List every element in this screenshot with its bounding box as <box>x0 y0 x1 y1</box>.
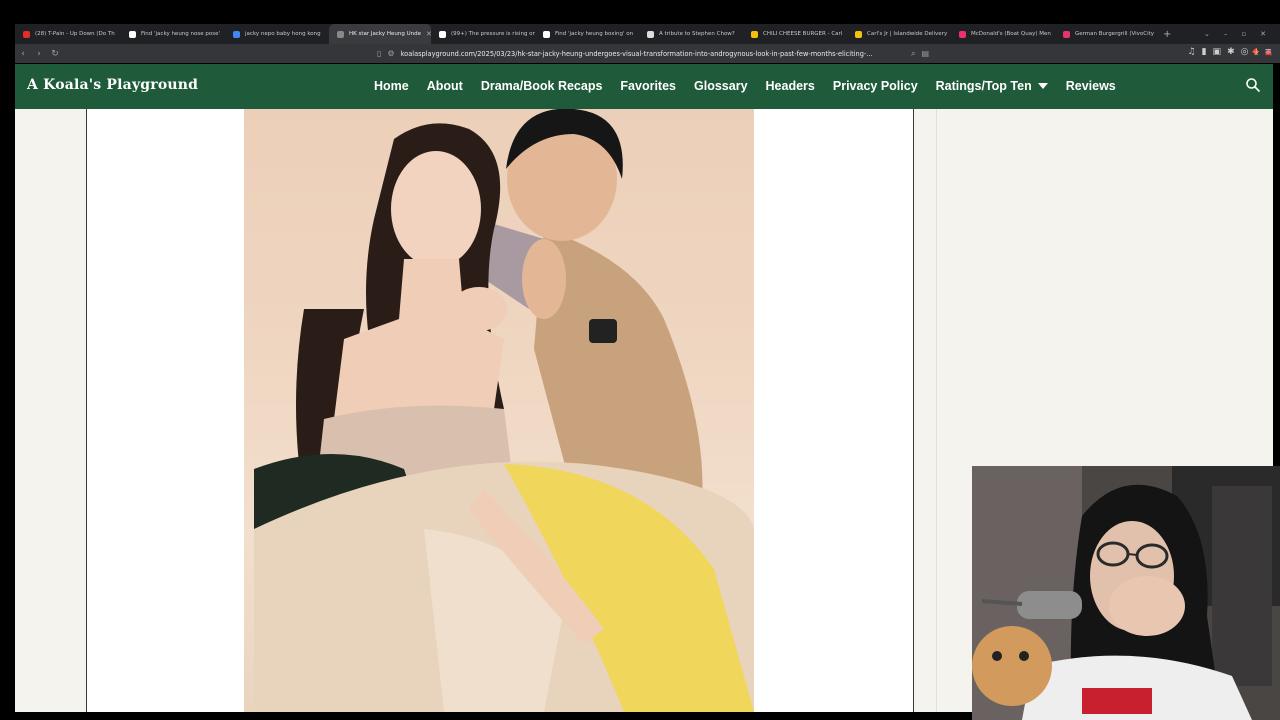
reader-icon[interactable]: ▤ <box>921 49 929 58</box>
url-text[interactable]: koalasplayground.com/2025/03/23/hk-star-… <box>401 50 905 58</box>
nav-item-drama-book-recaps[interactable]: Drama/Book Recaps <box>481 79 603 93</box>
browser-tab[interactable]: (99+) The pressure is rising on <box>431 24 535 44</box>
tab-title: Carl's Jr | Islandwide Delivery <box>867 31 948 37</box>
browser-tab[interactable]: German Burgergrill (VivoCity <box>1055 24 1157 44</box>
back-icon[interactable]: ‹ <box>15 49 31 59</box>
browser-tab[interactable]: A tribute to Stephen Chow? <box>639 24 743 44</box>
nav-item-label: About <box>426 79 463 93</box>
tab-favicon-icon <box>439 30 446 38</box>
forward-icon[interactable]: › <box>31 49 47 59</box>
nav-item-label: Privacy Policy <box>832 79 918 93</box>
tab-title: McDonald's (Boat Quay) Men <box>971 31 1051 37</box>
tab-title: (99+) The pressure is rising on <box>451 31 535 37</box>
site-title[interactable]: A Koala's Playground <box>27 77 198 93</box>
tab-favicon-icon <box>129 30 136 38</box>
browser-tab[interactable]: Find 'jacky heung boxing' on <box>535 24 639 44</box>
media-icon[interactable]: ♫ <box>1188 47 1196 57</box>
nav-item-privacy-policy[interactable]: Privacy Policy <box>833 79 918 93</box>
browser-tab[interactable]: (28) T-Pain - Up Down (Do Th <box>15 24 121 44</box>
nav-item-reviews[interactable]: Reviews <box>1066 79 1116 93</box>
nav-item-headers[interactable]: Headers <box>766 79 815 93</box>
wallet-icon[interactable]: ▣ <box>1213 47 1222 57</box>
bookmark-icon[interactable]: ▯ <box>377 49 381 58</box>
site-header: A Koala's Playground Home About Drama/Book… <box>15 64 1273 109</box>
webcam-illustration <box>972 466 1280 720</box>
tab-favicon-icon <box>855 30 862 38</box>
menu-icon[interactable]: ≡ <box>1264 47 1272 57</box>
article-content <box>86 109 914 712</box>
tab-favicon-icon <box>647 30 654 38</box>
search-icon[interactable] <box>1245 77 1261 93</box>
browser-tab[interactable]: HK star Jacky Heung Unde ✕ <box>329 24 431 44</box>
tab-favicon-icon <box>959 30 966 38</box>
tab-title: Find 'jacky heung boxing' on <box>555 31 634 37</box>
nav-item-home[interactable]: Home <box>374 79 409 93</box>
new-tab-icon[interactable]: + <box>1157 29 1177 40</box>
screen-top-bezel <box>0 0 1280 24</box>
webcam-overlay <box>972 466 1280 720</box>
browser-tab[interactable]: jacky nepo baby hong kong <box>225 24 329 44</box>
main-navigation: Home About Drama/Book Recaps Favorites Gloss… <box>374 79 1116 93</box>
tab-title: CHILI CHEESE BURGER - Carl <box>763 31 843 37</box>
browser-tab[interactable]: CHILI CHEESE BURGER - Carl <box>743 24 847 44</box>
window-controls: ⌄ – ▫ ✕ <box>1204 30 1280 38</box>
nav-item-label: Favorites <box>620 79 677 93</box>
nav-item-about[interactable]: About <box>427 79 463 93</box>
zoom-icon[interactable]: ⌕ <box>911 49 915 59</box>
tab-title: (28) T-Pain - Up Down (Do Th <box>35 31 115 37</box>
tab-favicon-icon <box>751 30 758 38</box>
browser-tab[interactable]: McDonald's (Boat Quay) Men <box>951 24 1055 44</box>
reload-icon[interactable]: ↻ <box>47 49 63 59</box>
tab-favicon-icon <box>1063 30 1070 38</box>
browser-toolbar: ‹ › ↻ ▯ ⚙ koalasplayground.com/2025/03/2… <box>15 44 1280 63</box>
nav-item-ratings-top-ten[interactable]: Ratings/Top Ten <box>936 79 1048 93</box>
site-info-icon[interactable]: ⚙ <box>387 49 394 58</box>
nav-item-label: Home <box>374 79 409 93</box>
tab-search-icon[interactable]: ⌄ <box>1204 30 1210 38</box>
close-window-icon[interactable]: ✕ <box>1260 30 1266 38</box>
nav-item-label: Ratings/Top Ten <box>935 79 1032 93</box>
nav-item-label: Glossary <box>694 79 748 93</box>
tab-favicon-icon <box>543 30 550 38</box>
maximize-icon[interactable]: ▫ <box>1241 30 1246 38</box>
tab-title: German Burgergrill (VivoCity <box>1075 31 1155 37</box>
nav-item-favorites[interactable]: Favorites <box>620 79 676 93</box>
browser-tab[interactable]: Carl's Jr | Islandwide Delivery <box>847 24 951 44</box>
tab-title: HK star Jacky Heung Unde <box>349 31 422 37</box>
photo-illustration <box>254 109 754 712</box>
downloads-icon[interactable]: ⤓ <box>1254 47 1258 57</box>
tab-favicon-icon <box>337 30 344 38</box>
browser-tab[interactable]: Find 'jacky heung nose pose' <box>121 24 225 44</box>
tab-favicon-icon <box>23 30 30 38</box>
tab-title: Find 'jacky heung nose pose' <box>141 31 220 37</box>
nav-item-label: Reviews <box>1065 79 1116 93</box>
article-photo <box>244 109 754 712</box>
nav-item-label: Drama/Book Recaps <box>480 79 603 93</box>
extensions-icon[interactable]: ✱ <box>1227 47 1235 57</box>
vpn-icon[interactable]: ◎ <box>1241 47 1249 57</box>
caret-down-icon[interactable] <box>1037 83 1048 89</box>
address-bar[interactable]: ▯ ⚙ koalasplayground.com/2025/03/23/hk-s… <box>377 46 929 61</box>
toolbar-right-icons: ♫ ▮ ▣ ✱ ◎ ⤓ ≡ <box>1188 47 1272 57</box>
tab-title: A tribute to Stephen Chow? <box>659 31 735 37</box>
browser-tab-strip: (28) T-Pain - Up Down (Do Th Find 'jacky … <box>15 24 1280 44</box>
sidebar-icon[interactable]: ▮ <box>1202 47 1207 57</box>
tab-title: jacky nepo baby hong kong <box>245 31 321 37</box>
minimize-icon[interactable]: – <box>1224 30 1228 38</box>
nav-item-label: Headers <box>765 79 815 93</box>
nav-item-glossary[interactable]: Glossary <box>694 79 748 93</box>
tab-favicon-icon <box>233 30 240 38</box>
screen-bottom-bezel <box>0 712 972 720</box>
